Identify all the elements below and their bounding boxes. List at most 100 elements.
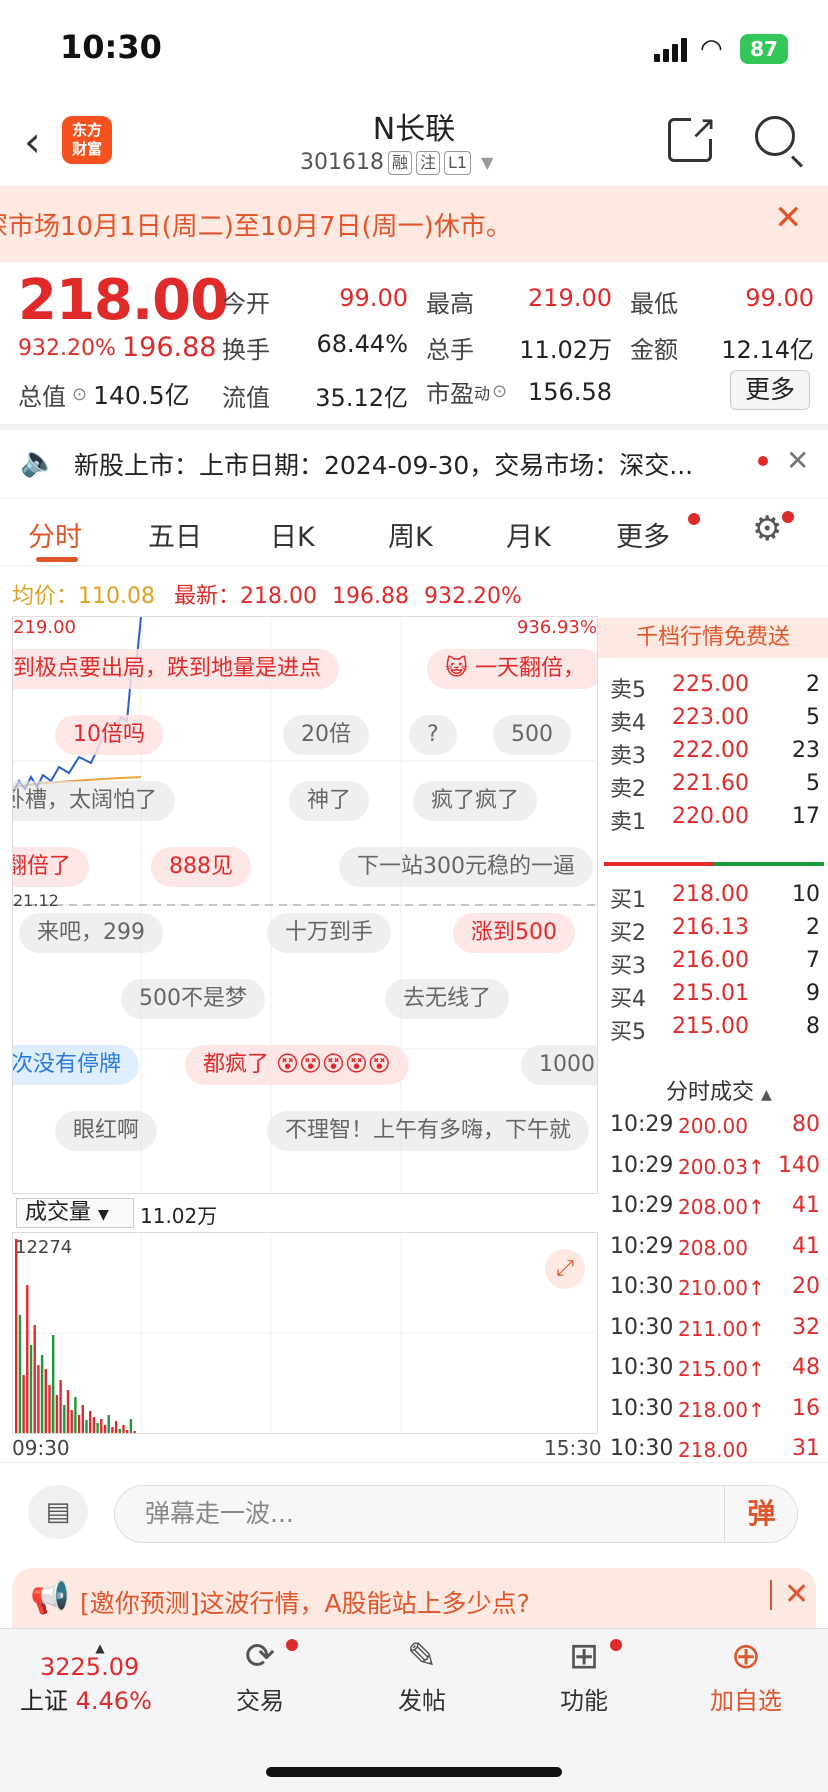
trade-row: 10:30 218.00↑ 16 (610, 1395, 820, 1422)
chart-mid-label: 21.12 (13, 891, 59, 910)
plus-circle-icon: ⊕ (730, 1636, 762, 1677)
back-icon[interactable]: ‹ (24, 120, 41, 164)
trade-row: 10:29 200.00 80 (610, 1112, 820, 1138)
holiday-notice: 深市场10月1日(周二)至10月7日(周一)休市。 ✕ (0, 186, 828, 262)
chart-high-pct: 936.93% (516, 617, 597, 638)
gear-icon[interactable]: ⚙ (752, 509, 782, 549)
tab-add-watchlist[interactable]: ⊕ 加自选 (686, 1633, 806, 1716)
volume-bar (81, 1405, 84, 1433)
volume-bar (48, 1385, 51, 1433)
volume-bar (92, 1417, 96, 1433)
volume-bar (29, 1345, 33, 1433)
chart-tabs: 分时 五日 日K 周K 月K 更多 ⚙ (0, 498, 828, 566)
chart-close-time: 15:30 (544, 1436, 602, 1460)
float-cap-label: 流值 (222, 384, 270, 412)
volume-bar (63, 1405, 66, 1433)
megaphone-icon: 📢 (30, 1578, 70, 1616)
volume-bar (118, 1429, 121, 1433)
yen-exchange-icon: ⟳ (244, 1636, 276, 1677)
volume-selector[interactable]: 成交量 ▼ (16, 1198, 134, 1228)
price-line (13, 617, 142, 794)
caret-down-icon: ▼ (98, 1207, 109, 1223)
total-market-cap-value: 140.5亿 (93, 381, 190, 410)
volume-max-label: 12274 (15, 1237, 73, 1258)
volume-bar (85, 1420, 88, 1433)
danmu-item: 来吧，299 (19, 913, 163, 953)
danmu-item: 疯了疯了 (413, 781, 538, 821)
unread-dot (758, 456, 768, 466)
close-icon[interactable]: ✕ (770, 1580, 809, 1610)
avg-value: 110.08 (78, 584, 155, 609)
volume-bar (89, 1411, 92, 1433)
tab-daily-k[interactable]: 日K (270, 515, 315, 554)
danmu-item: 十万到手 (267, 913, 392, 953)
bid-bar (714, 862, 824, 866)
trade-row: 10:29 208.00 41 (610, 1233, 820, 1260)
bottom-tab-bar: ▲ 3225.09 上证 4.46% ⟳ 交易 ✎ 发帖 ⊞ 功能 ⊕ 加自选 (0, 1628, 828, 1792)
quote-panel: 218.00 932.20% 196.88 总值 ⊙ 140.5亿 今开 99.… (0, 262, 828, 426)
info-icon[interactable]: ⊙ (72, 384, 87, 405)
volume-bar (15, 1239, 18, 1433)
tab-monthly-k[interactable]: 月K (506, 515, 551, 554)
ask-bar (604, 862, 714, 866)
chart-open-time: 09:30 (12, 1436, 70, 1460)
tab-trade[interactable]: ⟳ 交易 (200, 1633, 320, 1716)
intraday-chart[interactable]: 219.00 936.93% 21.12 到极点要出局，跌到地量是进点 😺 一天… (12, 616, 598, 1194)
chart-grid (13, 617, 597, 1193)
info-icon[interactable]: ⊙ (492, 381, 507, 402)
stock-code-row[interactable]: 301618 融 注 L1 ▼ (300, 150, 493, 175)
low-value: 99.00 (745, 284, 814, 312)
danmu-send-button[interactable]: 弹 (724, 1485, 798, 1543)
tab-functions[interactable]: ⊞ 功能 (524, 1633, 644, 1716)
volume-chart: 12274 ⤢ (12, 1232, 598, 1434)
unread-dot (688, 513, 700, 525)
search-icon[interactable] (755, 116, 795, 156)
tab-intraday[interactable]: 分时 (28, 515, 82, 554)
tab-post[interactable]: ✎ 发帖 (362, 1633, 482, 1716)
caret-down-icon: ▼ (481, 153, 494, 172)
ipo-text: 新股上市：上市日期：2024-09-30，交易市场：深交... (74, 451, 694, 480)
volume-bar (129, 1419, 133, 1433)
high-value: 219.00 (528, 284, 612, 312)
stock-code: 301618 (300, 150, 384, 175)
danmu-input[interactable]: 弹幕走一波... (114, 1485, 798, 1543)
trade-row: 10:30 211.00↑ 32 (610, 1314, 820, 1341)
expand-icon[interactable]: ⤢ (545, 1249, 585, 1289)
prediction-promo[interactable]: 📢 [邀你预测]这波行情，A股能站上多少点? ✕ (12, 1568, 816, 1632)
low-label: 最低 (630, 290, 678, 318)
danmu-item: 😺 一天翻倍， (427, 649, 597, 689)
danmu-item: 涨到500 (453, 913, 575, 953)
danmu-settings-icon[interactable]: ▤ (28, 1485, 88, 1539)
app-logo[interactable]: 东方 财富 (62, 116, 112, 164)
danmu-item: 去无线了 (385, 979, 510, 1019)
volume-bar (26, 1285, 29, 1433)
tab-five-day[interactable]: 五日 (148, 515, 202, 554)
tab-weekly-k[interactable]: 周K (388, 515, 433, 554)
volume-bar (96, 1423, 99, 1433)
volume-bar (122, 1425, 125, 1433)
volume-bar (126, 1430, 129, 1433)
level2-promo[interactable]: 千档行情免费送 (598, 618, 828, 658)
open-value: 99.00 (339, 284, 408, 312)
change-percent: 932.20% (18, 336, 116, 361)
more-quote-button[interactable]: 更多 (730, 370, 810, 410)
stock-header: N长联 ‹ 东方 财富 301618 融 注 L1 ▼ ↗ (0, 100, 828, 184)
close-icon[interactable]: ✕ (786, 444, 809, 477)
close-icon[interactable]: ✕ (774, 198, 803, 238)
volume-bar (111, 1427, 114, 1433)
tab-more[interactable]: 更多 (616, 515, 670, 554)
volume-bar (40, 1355, 44, 1433)
index-name: 上证 (20, 1687, 68, 1715)
danmu-item: 888见 (151, 847, 251, 887)
ipo-ticker[interactable]: 🔈 新股上市：上市日期：2024-09-30，交易市场：深交... ✕ (0, 430, 828, 496)
danmu-item: 500 (493, 715, 571, 755)
danmu-item: 10倍吗 (55, 715, 163, 755)
unread-dot (782, 511, 794, 523)
danmu-item: 都疯了 😵😵😵😵😵 (185, 1045, 409, 1085)
share-arrow-icon: ↗ (690, 108, 717, 146)
index-widget[interactable]: ▲ 3225.09 上证 4.46% (20, 1641, 180, 1716)
danmu-item: 眼红啊 (55, 1111, 158, 1151)
status-bar: 10:30 ◠ 87 (0, 0, 828, 100)
index-pct: 4.46% (75, 1687, 152, 1715)
danmu-item: ? (409, 715, 457, 755)
